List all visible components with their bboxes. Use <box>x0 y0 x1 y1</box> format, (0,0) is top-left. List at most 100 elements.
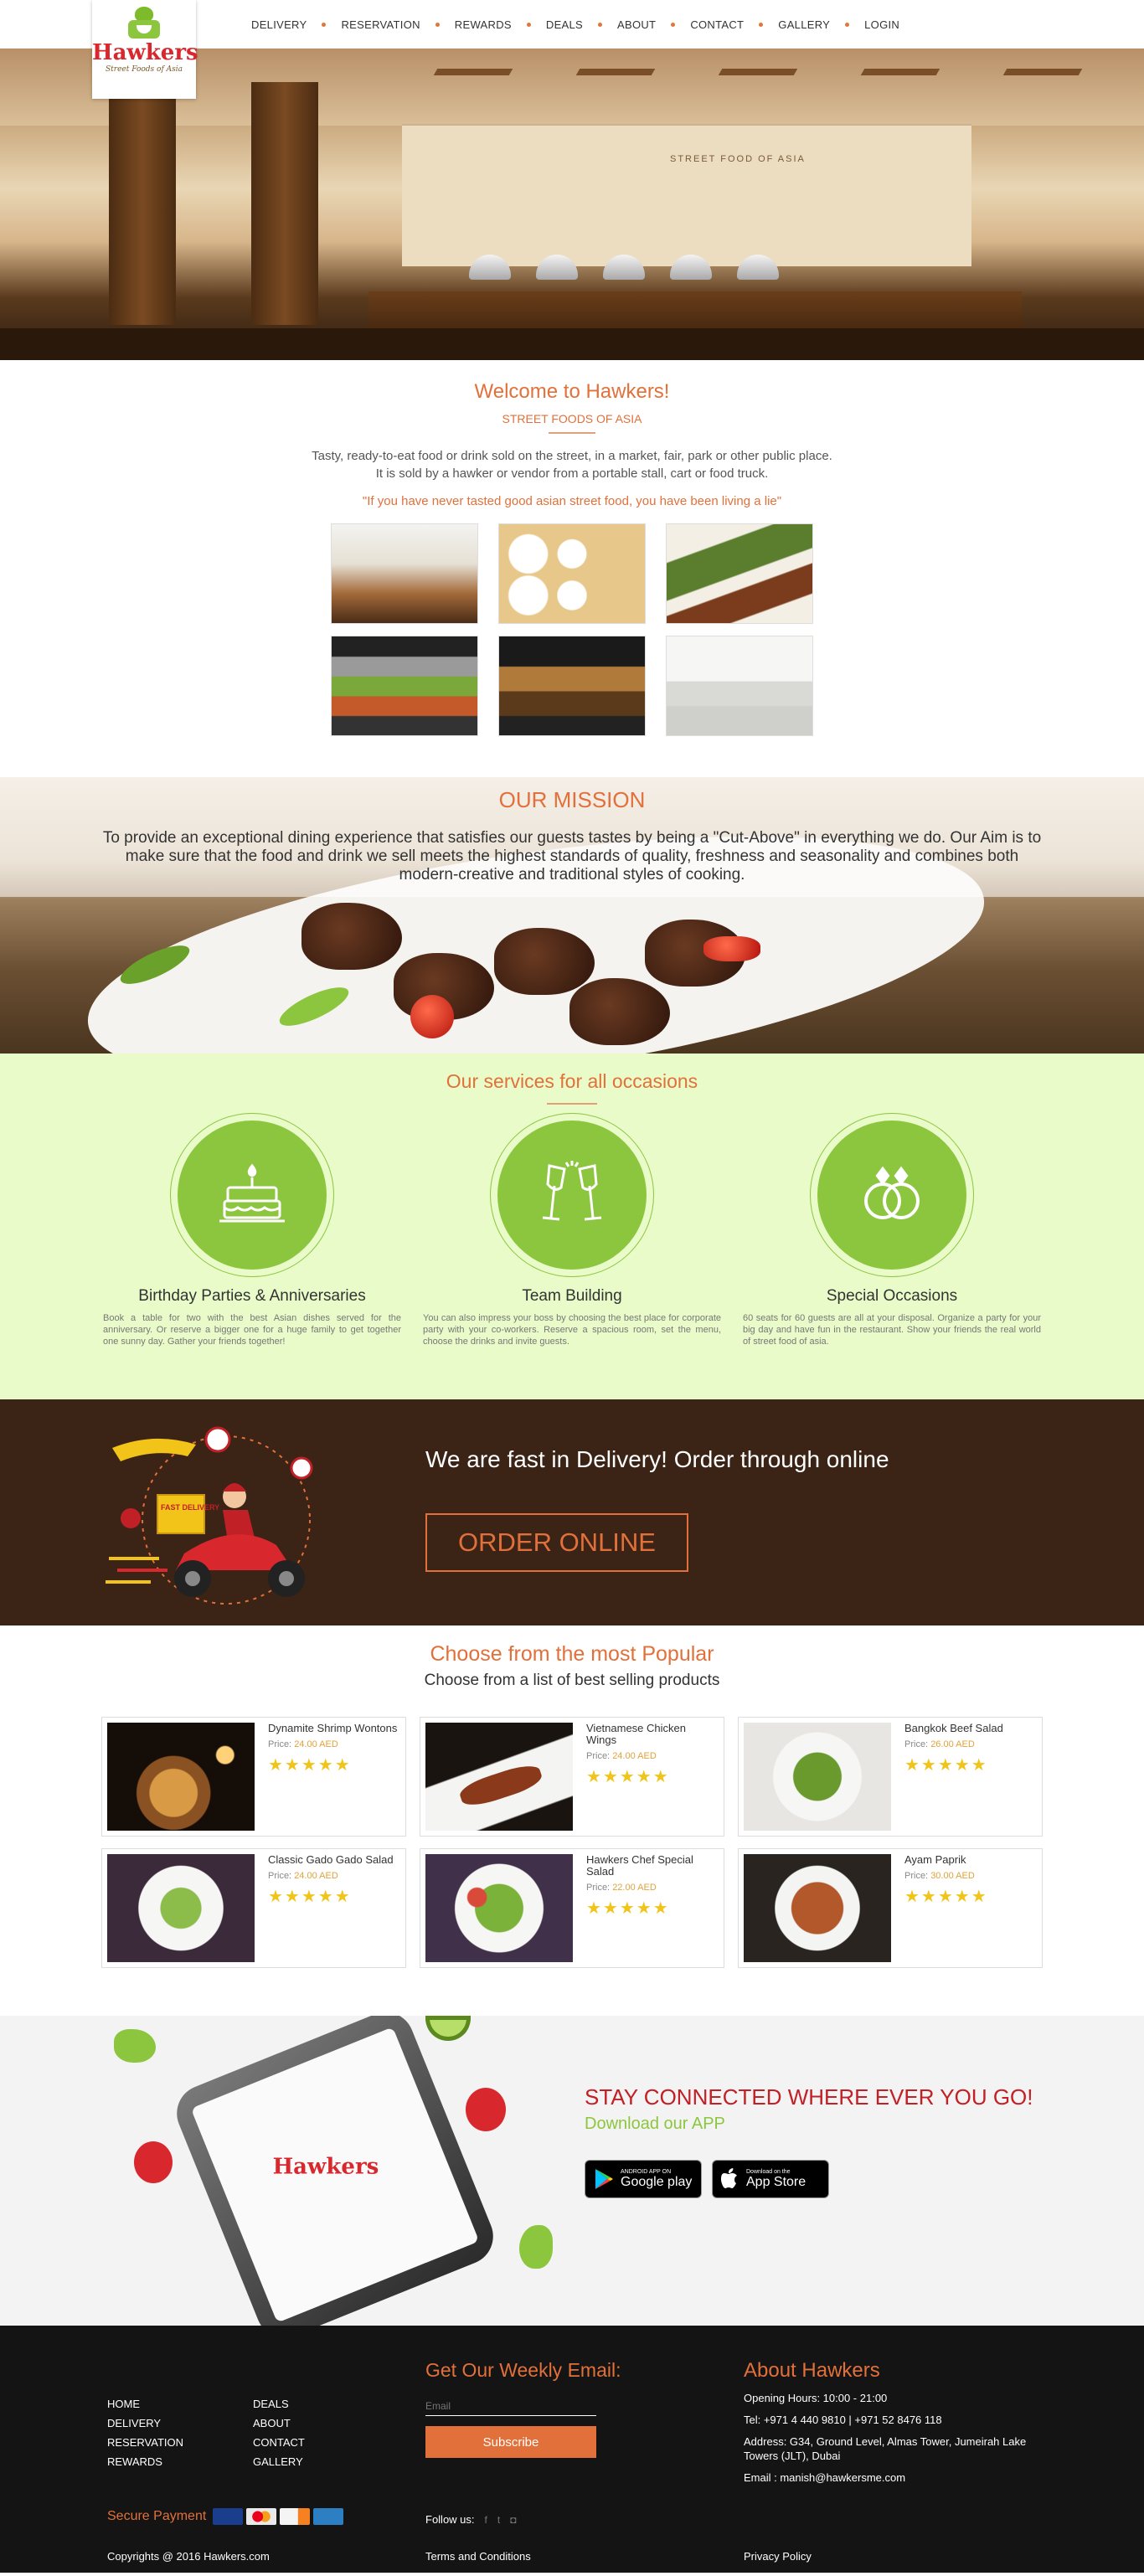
product-price: Price: 24.00 AED <box>268 1871 338 1881</box>
product-card[interactable]: Vietnamese Chicken Wings Price: 24.00 AE… <box>420 1717 724 1837</box>
service-team-building: Team Building You can also impress your … <box>423 1113 721 1347</box>
product-name[interactable]: Ayam Paprik <box>904 1854 988 1866</box>
gallery-photo-food-counter[interactable] <box>498 636 646 736</box>
service-text: You can also impress your boss by choosi… <box>423 1313 721 1347</box>
pepper-decoration <box>134 2141 173 2183</box>
product-grid: Dynamite Shrimp Wontons Price: 24.00 AED… <box>101 1717 1043 1968</box>
product-card[interactable]: Ayam Paprik Price: 30.00 AED ★★★★★ <box>738 1848 1043 1968</box>
product-name[interactable]: Hawkers Chef Special Salad <box>586 1854 719 1878</box>
about-title: About Hawkers <box>744 2359 880 2382</box>
star-rating-icon: ★★★★★ <box>904 1888 988 1906</box>
product-card[interactable]: Classic Gado Gado Salad Price: 24.00 AED… <box>101 1848 406 1968</box>
footer-link-gallery[interactable]: GALLERY <box>253 2455 370 2468</box>
nav-about[interactable]: ABOUT <box>617 18 656 31</box>
cucumber-decoration <box>425 2016 471 2041</box>
photo-gallery <box>331 523 813 736</box>
nav-separator-dot <box>322 22 327 27</box>
product-photo[interactable] <box>107 1723 255 1831</box>
lettuce-decoration <box>519 2225 553 2269</box>
opening-hours: Opening Hours: 10:00 - 21:00 <box>744 2392 888 2404</box>
mission-title: OUR MISSION <box>498 787 646 812</box>
privacy-link[interactable]: Privacy Policy <box>744 2550 812 2563</box>
nav-contact[interactable]: CONTACT <box>690 18 744 31</box>
product-photo[interactable] <box>107 1854 255 1962</box>
nav-rewards[interactable]: REWARDS <box>455 18 512 31</box>
phone-app-logo: Hawkers <box>272 2154 379 2180</box>
footer-link-about[interactable]: ABOUT <box>253 2417 370 2429</box>
about-hawkers: About Hawkers Opening Hours: 10:00 - 21:… <box>744 2359 1045 2485</box>
welcome-title: Welcome to Hawkers! <box>474 380 670 403</box>
product-card[interactable]: Dynamite Shrimp Wontons Price: 24.00 AED… <box>101 1717 406 1837</box>
footer-link-rewards[interactable]: REWARDS <box>107 2455 253 2468</box>
product-name[interactable]: Classic Gado Gado Salad <box>268 1854 394 1866</box>
product-photo[interactable] <box>425 1854 573 1962</box>
product-photo[interactable] <box>744 1854 891 1962</box>
logo-tagline: Street Foods of Asia <box>105 65 183 74</box>
service-title: Birthday Parties & Anniversaries <box>138 1287 366 1305</box>
copyright: Copyrights @ 2016 Hawkers.com <box>107 2550 270 2563</box>
google-play-icon <box>595 2169 613 2189</box>
welcome-description: Tasty, ready-to-eat food or drink sold o… <box>312 449 832 481</box>
mastercard-icon <box>246 2508 277 2525</box>
nav-separator-dot <box>526 22 531 27</box>
twitter-icon[interactable]: t <box>497 2514 500 2526</box>
mission-section: OUR MISSION To provide an exceptional di… <box>0 777 1144 1054</box>
service-title: Team Building <box>522 1287 622 1305</box>
pepper-decoration <box>466 2088 506 2131</box>
subscribe-button[interactable]: Subscribe <box>425 2426 596 2458</box>
app-store-button[interactable]: Download on the App Store <box>712 2160 829 2198</box>
product-name[interactable]: Dynamite Shrimp Wontons <box>268 1723 397 1734</box>
nav-gallery[interactable]: GALLERY <box>778 18 830 31</box>
footer-link-reservation[interactable]: RESERVATION <box>107 2436 253 2449</box>
popular-subtitle: Choose from a list of best selling produ… <box>424 1672 720 1689</box>
product-name[interactable]: Vietnamese Chicken Wings <box>586 1723 719 1746</box>
gallery-photo-food-boxes[interactable] <box>498 523 646 624</box>
product-name[interactable]: Bangkok Beef Salad <box>904 1723 1003 1734</box>
birthday-cake-icon <box>219 1163 285 1223</box>
delivery-scooter-icon: FAST DELIVERY <box>106 1426 313 1605</box>
telephone: Tel: +971 4 440 9810 | +971 52 8476 118 <box>744 2414 942 2426</box>
nav-deals[interactable]: DEALS <box>546 18 583 31</box>
gallery-photo-display[interactable] <box>666 636 813 736</box>
nav-separator-dot <box>671 22 676 27</box>
terms-link[interactable]: Terms and Conditions <box>425 2550 531 2563</box>
product-price: Price: 24.00 AED <box>268 1739 338 1749</box>
delivery-banner: FAST DELIVERY We are fast in Delivery! O… <box>0 1399 1144 1625</box>
nav-login[interactable]: LOGIN <box>864 18 899 31</box>
google-play-button[interactable]: ANDROID APP ON Google play <box>585 2160 702 2198</box>
service-birthday: Birthday Parties & Anniversaries Book a … <box>103 1113 401 1347</box>
product-card[interactable]: Bangkok Beef Salad Price: 26.00 AED ★★★★… <box>738 1717 1043 1837</box>
product-photo[interactable] <box>425 1723 573 1831</box>
nav-separator-dot <box>845 22 850 27</box>
order-online-button[interactable]: ORDER ONLINE <box>425 1513 688 1572</box>
nav-delivery[interactable]: DELIVERY <box>251 18 307 31</box>
welcome-quote: "If you have never tasted good asian str… <box>362 494 782 508</box>
footer-link-home[interactable]: HOME <box>107 2398 253 2410</box>
apple-icon <box>721 2168 737 2188</box>
hawkers-logo[interactable]: Hawkers Street Foods of Asia <box>92 0 198 99</box>
gallery-photo-takeaway[interactable] <box>666 523 813 624</box>
social-follow: Follow us: f t ◘ <box>425 2513 516 2526</box>
app-headline: STAY CONNECTED WHERE EVER YOU GO! <box>585 2084 1033 2110</box>
nav-reservation[interactable]: RESERVATION <box>341 18 420 31</box>
site-footer: HOME DEALS DELIVERY ABOUT RESERVATION CO… <box>0 2326 1144 2573</box>
footer-link-deals[interactable]: DEALS <box>253 2398 370 2410</box>
newsletter-signup: Get Our Weekly Email: Subscribe <box>425 2359 621 2458</box>
visa-card-icon <box>213 2508 244 2525</box>
facebook-icon[interactable]: f <box>485 2514 487 2526</box>
smartphone-image: Hawkers <box>167 2016 502 2326</box>
footer-link-delivery[interactable]: DELIVERY <box>107 2417 253 2429</box>
title-underline <box>549 432 595 434</box>
welcome-section: Welcome to Hawkers! STREET FOODS OF ASIA… <box>0 360 1144 777</box>
product-price: Price: 30.00 AED <box>904 1871 975 1881</box>
gallery-photo-storefront[interactable] <box>331 523 478 624</box>
newsletter-email-input[interactable] <box>425 2397 596 2416</box>
service-special-occasions: Special Occasions 60 seats for 60 guests… <box>743 1113 1041 1347</box>
product-photo[interactable] <box>744 1723 891 1831</box>
instagram-icon[interactable]: ◘ <box>510 2514 516 2526</box>
mission-text: To provide an exceptional dining experie… <box>102 829 1042 884</box>
gallery-photo-buffet[interactable] <box>331 636 478 736</box>
delivery-headline: We are fast in Delivery! Order through o… <box>425 1446 889 1472</box>
product-card[interactable]: Hawkers Chef Special Salad Price: 22.00 … <box>420 1848 724 1968</box>
footer-link-contact[interactable]: CONTACT <box>253 2436 370 2449</box>
